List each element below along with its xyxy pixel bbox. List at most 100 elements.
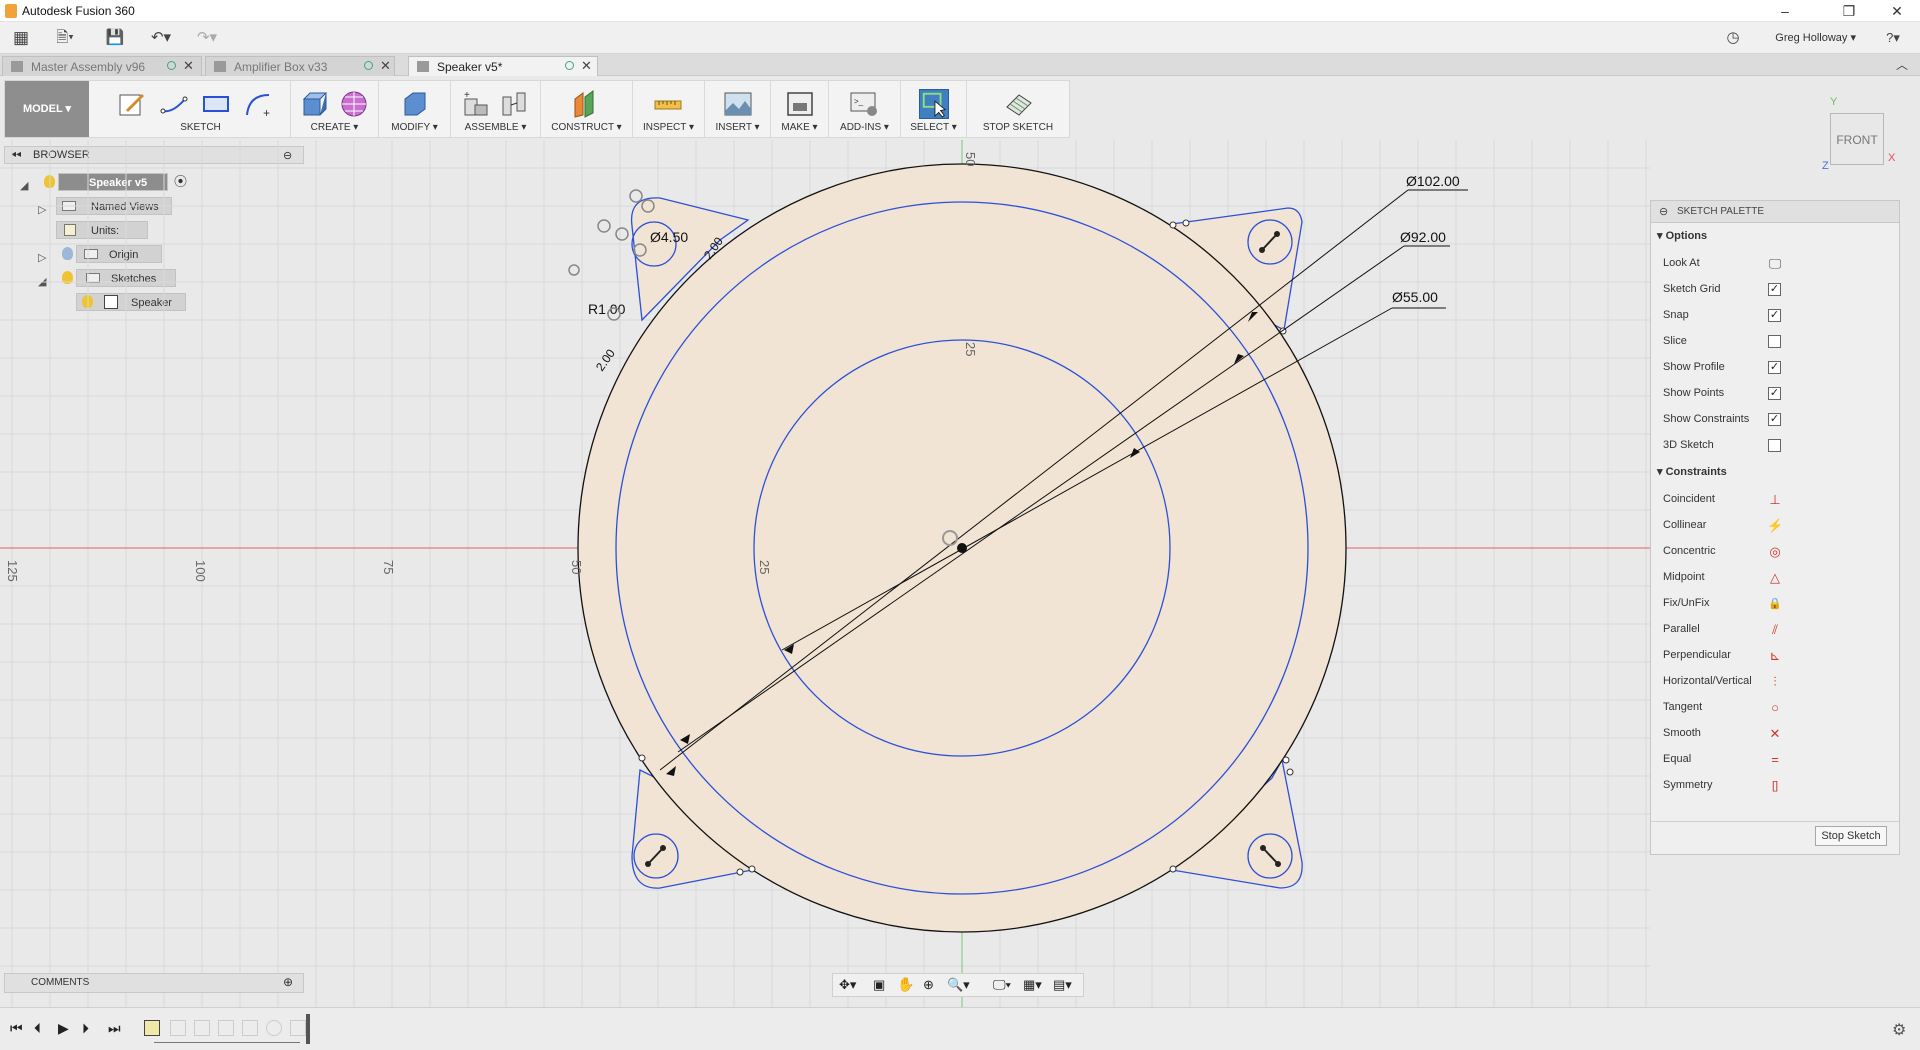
- snap-checkbox[interactable]: ✓: [1768, 309, 1781, 322]
- symmetry-icon[interactable]: []: [1767, 778, 1783, 794]
- press-pull-icon[interactable]: [399, 89, 429, 119]
- look-at-nav-icon[interactable]: ▣: [873, 977, 885, 993]
- option-show-constraints[interactable]: Show Constraints ✓: [1651, 407, 1899, 433]
- add-ins-group[interactable]: >_ ADD-INS ▾: [829, 81, 901, 137]
- look-at-icon[interactable]: 🖵: [1767, 256, 1783, 272]
- constraint-concentric[interactable]: Concentric ◎: [1651, 539, 1899, 565]
- insert-image-icon[interactable]: [723, 89, 753, 119]
- job-status-clock-icon[interactable]: ◷: [1722, 28, 1744, 48]
- workspace-switcher[interactable]: MODEL ▾: [5, 81, 89, 137]
- sketch-palette-header[interactable]: ⊖ SKETCH PALETTE: [1651, 201, 1899, 223]
- 3d-print-icon[interactable]: [785, 89, 815, 119]
- view-cube[interactable]: FRONT: [1830, 113, 1884, 165]
- sketch-group[interactable]: + SKETCH: [111, 81, 291, 137]
- comments-panel[interactable]: COMMENTS ⊕: [4, 973, 304, 993]
- scripts-add-ins-icon[interactable]: >_: [849, 89, 879, 119]
- create-sketch-icon[interactable]: [117, 89, 147, 119]
- undo-icon[interactable]: ↶▾: [144, 28, 178, 48]
- rectangle-icon[interactable]: [201, 89, 231, 119]
- smooth-icon[interactable]: ✕: [1767, 726, 1783, 742]
- grid-settings-icon[interactable]: ▦▾: [1023, 977, 1042, 993]
- constraint-equal[interactable]: Equal =: [1651, 747, 1899, 773]
- tab-master-assembly[interactable]: Master Assembly v96 ✕: [2, 56, 202, 76]
- extrude-icon[interactable]: [299, 89, 329, 119]
- timeline-last-icon[interactable]: ⏭: [108, 1020, 121, 1037]
- inspect-group[interactable]: INSPECT ▾: [633, 81, 705, 137]
- select-group[interactable]: SELECT ▾: [901, 81, 967, 137]
- measure-icon[interactable]: [653, 89, 683, 119]
- viewports-icon[interactable]: ▤▾: [1053, 977, 1072, 993]
- concentric-icon[interactable]: ◎: [1767, 544, 1783, 560]
- collapse-toolbar-chevron-icon[interactable]: ︿: [1896, 56, 1908, 73]
- constraint-collinear[interactable]: Collinear ⚡: [1651, 513, 1899, 539]
- option-sketch-grid[interactable]: Sketch Grid ✓: [1651, 277, 1899, 303]
- add-comment-icon[interactable]: ⊕: [283, 975, 293, 989]
- construct-group[interactable]: CONSTRUCT ▾: [541, 81, 633, 137]
- insert-group[interactable]: INSERT ▾: [705, 81, 771, 137]
- new-component-icon[interactable]: +: [461, 89, 491, 119]
- constraint-parallel[interactable]: Parallel ⫽: [1651, 617, 1899, 643]
- constraint-horizontal-vertical[interactable]: Horizontal/Vertical ⫶: [1651, 669, 1899, 695]
- constraint-smooth[interactable]: Smooth ✕: [1651, 721, 1899, 747]
- close-window-button[interactable]: ✕: [1874, 0, 1920, 22]
- restore-button[interactable]: ❐: [1826, 0, 1872, 22]
- collinear-icon[interactable]: ⚡: [1767, 518, 1783, 534]
- slice-checkbox[interactable]: [1768, 335, 1781, 348]
- option-slice[interactable]: Slice: [1651, 329, 1899, 355]
- timeline-feature-icon[interactable]: [290, 1020, 306, 1036]
- timeline-first-icon[interactable]: ⏮: [10, 1020, 23, 1037]
- midpoint-icon[interactable]: △: [1767, 570, 1783, 586]
- arc-icon[interactable]: +: [243, 89, 273, 119]
- equal-icon[interactable]: =: [1767, 752, 1783, 768]
- constraint-perpendicular[interactable]: Perpendicular ⊾: [1651, 643, 1899, 669]
- joint-icon[interactable]: [499, 89, 529, 119]
- file-menu-icon[interactable]: 🗎▾: [52, 28, 78, 48]
- stop-sketch-group[interactable]: STOP SKETCH: [967, 81, 1069, 137]
- show-constraints-checkbox[interactable]: ✓: [1768, 413, 1781, 426]
- stop-sketch-button[interactable]: Stop Sketch: [1815, 826, 1887, 846]
- timeline-feature-icon[interactable]: [242, 1020, 258, 1036]
- 3d-sketch-checkbox[interactable]: [1768, 439, 1781, 452]
- modify-group[interactable]: MODIFY ▾: [379, 81, 451, 137]
- perpendicular-icon[interactable]: ⊾: [1767, 648, 1783, 664]
- show-profile-checkbox[interactable]: ✓: [1768, 361, 1781, 374]
- form-icon[interactable]: [339, 89, 369, 119]
- make-group[interactable]: MAKE ▾: [771, 81, 829, 137]
- options-section-header[interactable]: ▾ Options: [1657, 229, 1707, 242]
- close-tab-icon[interactable]: ✕: [183, 58, 194, 74]
- pan-hand-icon[interactable]: ✋: [897, 976, 914, 993]
- option-snap[interactable]: Snap ✓: [1651, 303, 1899, 329]
- parallel-icon[interactable]: ⫽: [1767, 622, 1783, 638]
- option-3d-sketch[interactable]: 3D Sketch: [1651, 433, 1899, 459]
- select-cursor-icon[interactable]: [919, 89, 949, 119]
- close-tab-icon[interactable]: ✕: [380, 58, 391, 74]
- timeline-settings-gear-icon[interactable]: ⚙: [1892, 1020, 1906, 1040]
- timeline-play-icon[interactable]: ▶: [58, 1020, 69, 1037]
- timeline-feature-icon[interactable]: [266, 1020, 282, 1036]
- option-look-at[interactable]: Look At 🖵: [1651, 251, 1899, 277]
- constraints-section-header[interactable]: ▾ Constraints: [1657, 465, 1727, 478]
- constraint-coincident[interactable]: Coincident ⊥: [1651, 487, 1899, 513]
- show-points-checkbox[interactable]: ✓: [1768, 387, 1781, 400]
- constraint-symmetry[interactable]: Symmetry []: [1651, 773, 1899, 799]
- collapse-palette-icon[interactable]: ⊖: [1659, 201, 1668, 223]
- minimize-button[interactable]: –: [1762, 0, 1808, 22]
- option-show-profile[interactable]: Show Profile ✓: [1651, 355, 1899, 381]
- constraint-tangent[interactable]: Tangent ○: [1651, 695, 1899, 721]
- timeline-feature-icon[interactable]: [218, 1020, 234, 1036]
- tab-speaker[interactable]: Speaker v5* ✕: [408, 56, 598, 76]
- fit-view-icon[interactable]: 🔍▾: [947, 977, 970, 993]
- display-settings-icon[interactable]: 🖵▾: [993, 977, 1011, 993]
- stop-sketch-icon[interactable]: [1003, 89, 1033, 119]
- option-show-points[interactable]: Show Points ✓: [1651, 381, 1899, 407]
- timeline-sketch-feature-icon[interactable]: [144, 1020, 160, 1036]
- timeline-previous-icon[interactable]: ⏴: [34, 1020, 41, 1037]
- zoom-icon[interactable]: ⊕: [923, 977, 934, 993]
- sketch-canvas[interactable]: Ø102.00 Ø92.00 Ø55.00 Ø4.50 R1.00 2.00 2…: [0, 140, 1920, 1010]
- constraint-midpoint[interactable]: Midpoint △: [1651, 565, 1899, 591]
- line-icon[interactable]: [159, 89, 189, 119]
- help-icon[interactable]: ?▾: [1878, 28, 1908, 48]
- user-account-menu[interactable]: Greg Holloway ▾: [1775, 31, 1856, 44]
- horizontal-vertical-icon[interactable]: ⫶: [1767, 674, 1783, 690]
- orbit-icon[interactable]: ✥▾: [839, 977, 856, 993]
